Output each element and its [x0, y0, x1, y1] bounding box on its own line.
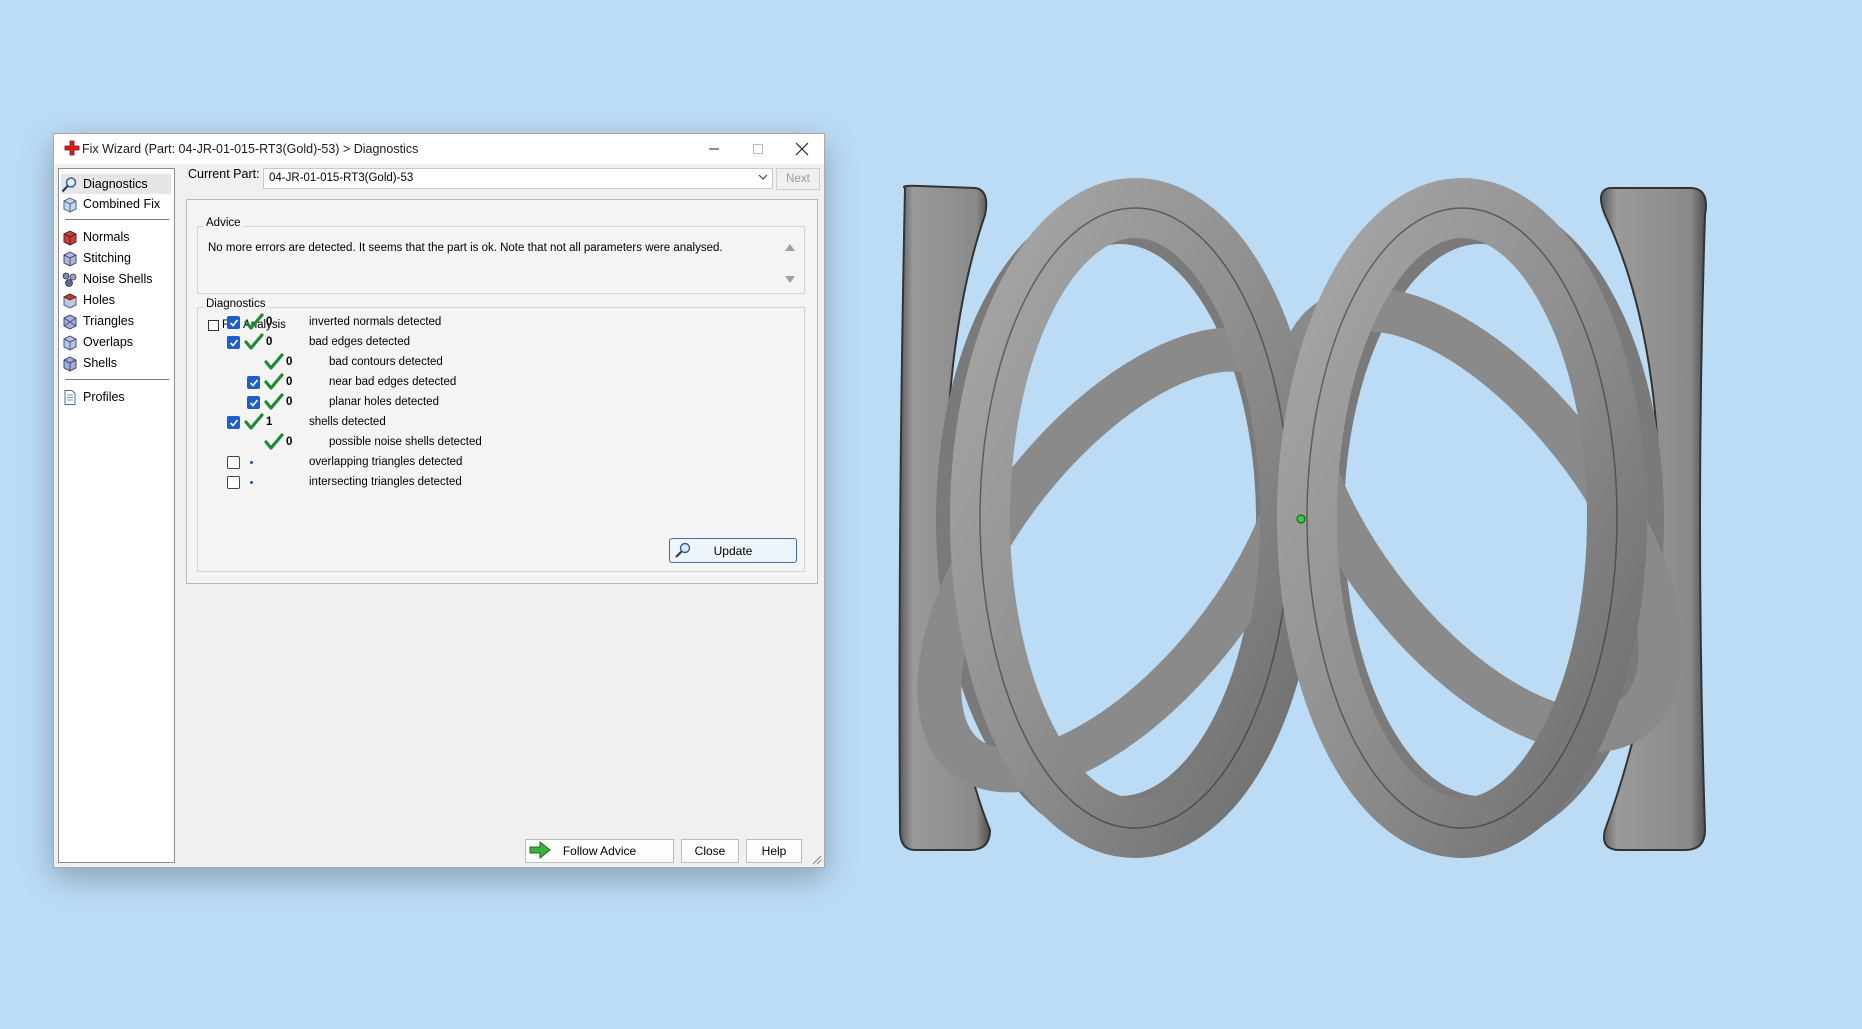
- diagnostic-label: shells detected: [309, 416, 386, 428]
- check-mark-icon: [264, 432, 284, 452]
- check-mark-icon: [244, 332, 264, 352]
- diagnostic-label: inverted normals detected: [309, 316, 442, 328]
- diagnostic-label: bad contours detected: [329, 356, 443, 368]
- diagnostic-count: 0: [286, 376, 293, 388]
- close-icon: [795, 142, 809, 156]
- diagnostic-label: overlapping triangles detected: [309, 456, 463, 468]
- cube-red-icon: [63, 229, 77, 246]
- diagnostic-row: 0 bad edges detected: [54, 332, 684, 352]
- update-button[interactable]: Update: [669, 538, 797, 563]
- maximize-icon: [753, 144, 763, 154]
- diagnostic-label: bad edges detected: [309, 336, 411, 348]
- diagnostic-row: 0 planar holes detected: [54, 392, 684, 412]
- follow-advice-button[interactable]: Follow Advice: [525, 839, 674, 863]
- diagnostic-checkbox[interactable]: [227, 416, 240, 429]
- diagnostic-count: 1: [266, 416, 273, 428]
- wizard-sidebar: Diagnostics Combined Fix Normals Stitchi…: [58, 168, 175, 863]
- current-part-label: Current Part:: [188, 167, 260, 181]
- diagnostic-label: possible noise shells detected: [329, 436, 482, 448]
- diagnostics-title: Diagnostics: [204, 298, 268, 310]
- check-mark-icon: [244, 412, 264, 432]
- scroll-down-arrow-icon[interactable]: [785, 276, 795, 283]
- sidebar-item-stitching[interactable]: Stitching: [61, 248, 131, 268]
- maximize-button[interactable]: [736, 134, 780, 164]
- diagnostic-label: planar holes detected: [329, 396, 439, 408]
- diagnostic-row: intersecting triangles detected: [54, 472, 684, 492]
- advice-title: Advice: [204, 217, 243, 229]
- fix-wizard-dialog: Fix Wizard (Part: 04-JR-01-015-RT3(Gold)…: [53, 133, 825, 868]
- sidebar-item-diagnostics[interactable]: Diagnostics: [61, 174, 171, 194]
- red-cross-icon: [64, 140, 80, 156]
- diagnostic-count: 0: [286, 436, 293, 448]
- minimize-icon: [709, 148, 719, 150]
- diagnostic-checkbox[interactable]: [227, 336, 240, 349]
- magnifier-icon: [61, 176, 77, 192]
- window-title: Fix Wizard (Part: 04-JR-01-015-RT3(Gold)…: [82, 142, 419, 156]
- diagnostic-row: 0 possible noise shells detected: [54, 432, 684, 452]
- diagnostic-checkbox[interactable]: [247, 376, 260, 389]
- cube-icon: [63, 196, 77, 213]
- cube-red-icon: [63, 292, 77, 309]
- close-button[interactable]: Close: [681, 839, 739, 863]
- title-bar[interactable]: Fix Wizard (Part: 04-JR-01-015-RT3(Gold)…: [54, 134, 824, 164]
- sidebar-item-holes[interactable]: Holes: [61, 290, 115, 310]
- check-mark-icon: [264, 392, 284, 412]
- diagnostic-checkbox[interactable]: [227, 316, 240, 329]
- current-part-select[interactable]: 04-JR-01-015-RT3(Gold)-53: [263, 168, 773, 189]
- next-button[interactable]: Next: [776, 168, 820, 190]
- diagnostic-count: 0: [266, 316, 273, 328]
- help-button[interactable]: Help: [746, 839, 802, 863]
- scroll-up-arrow-icon[interactable]: [785, 244, 795, 251]
- diagnostic-count: 0: [286, 356, 293, 368]
- diagnostic-row: overlapping triangles detected: [54, 452, 684, 472]
- current-part-value: 04-JR-01-015-RT3(Gold)-53: [269, 172, 414, 184]
- diagnostic-row: 1 shells detected: [54, 412, 684, 432]
- cube-stitch-icon: [63, 250, 77, 267]
- diagnostic-row: 0 bad contours detected: [54, 352, 684, 372]
- noise-shells-icon: [62, 272, 77, 287]
- sidebar-item-noise-shells[interactable]: Noise Shells: [61, 269, 152, 289]
- resize-grip-icon[interactable]: [812, 855, 822, 865]
- check-mark-icon: [244, 312, 264, 332]
- advice-group: Advice No more errors are detected. It s…: [197, 217, 805, 294]
- sidebar-item-combined-fix[interactable]: Combined Fix: [61, 194, 160, 214]
- pending-dot-icon: [250, 461, 253, 464]
- advice-text: No more errors are detected. It seems th…: [208, 242, 723, 254]
- check-mark-icon: [264, 372, 284, 392]
- diagnostic-checkbox[interactable]: [247, 396, 260, 409]
- green-arrow-icon: [529, 841, 551, 859]
- diagnostic-label: intersecting triangles detected: [309, 476, 462, 488]
- diagnostic-row: 0 inverted normals detected: [54, 312, 684, 332]
- magnifier-icon: [675, 542, 691, 558]
- diagnostic-count: 0: [266, 336, 273, 348]
- pending-dot-icon: [250, 481, 253, 484]
- minimize-button[interactable]: [692, 134, 736, 164]
- diagnostic-checkbox[interactable]: [227, 476, 240, 489]
- diagnostic-count: 0: [286, 396, 293, 408]
- diagnostic-checkbox[interactable]: [227, 456, 240, 469]
- close-window-button[interactable]: [780, 134, 824, 164]
- pivot-point: [1296, 514, 1306, 524]
- sidebar-separator: [65, 219, 169, 220]
- diagnostic-label: near bad edges detected: [329, 376, 457, 388]
- diagnostic-row: 0 near bad edges detected: [54, 372, 684, 392]
- check-mark-icon: [264, 352, 284, 372]
- sidebar-item-normals[interactable]: Normals: [61, 227, 130, 247]
- chevron-down-icon: [758, 174, 768, 180]
